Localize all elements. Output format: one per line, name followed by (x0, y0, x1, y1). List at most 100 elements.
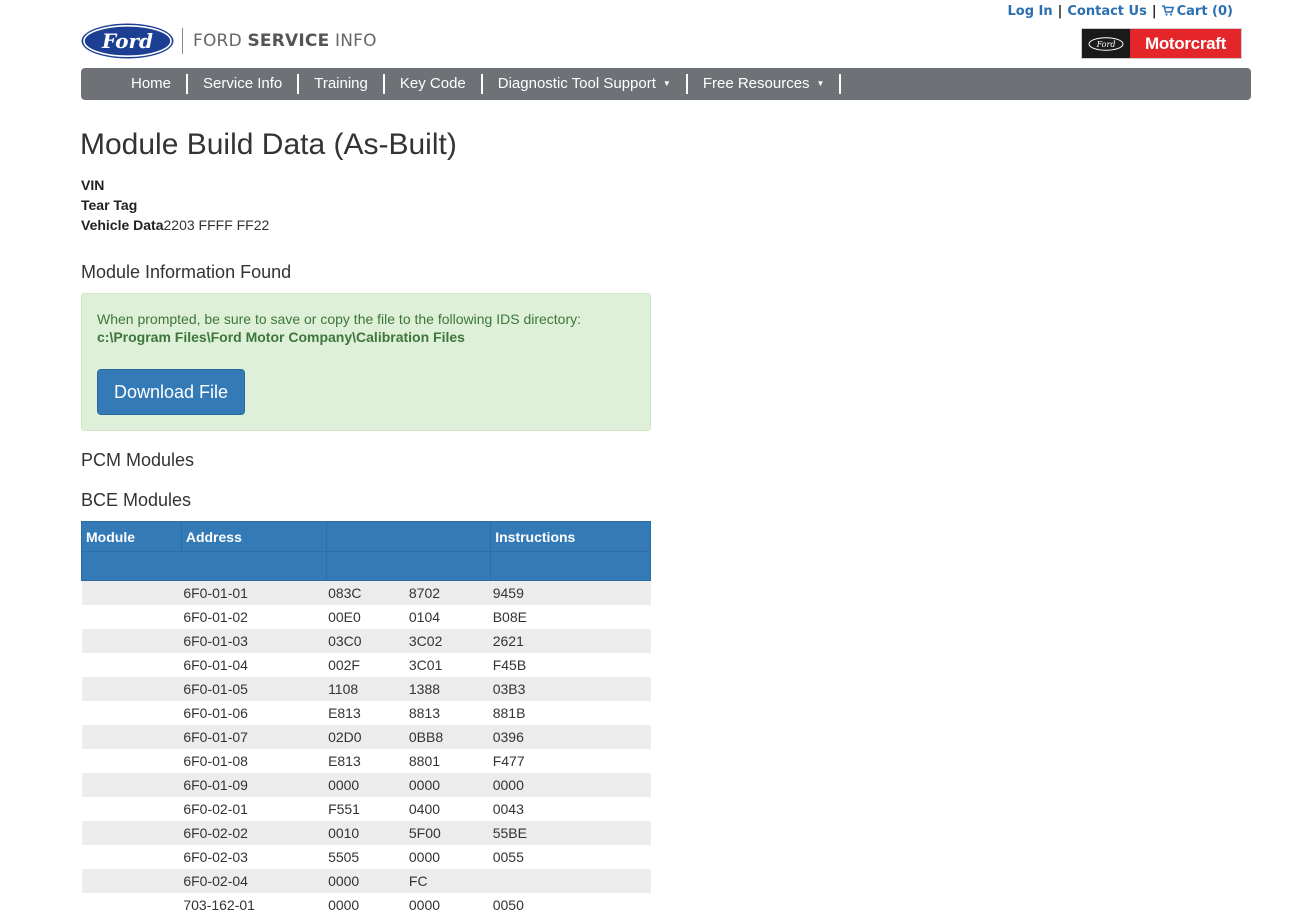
table-cell (82, 749, 182, 773)
nav-free-resources[interactable]: Free Resources ▼ (688, 74, 842, 94)
table-cell: 0043 (492, 801, 524, 817)
table-cell (81, 629, 182, 653)
table-cell: 0000 (490, 773, 651, 797)
bce-modules-heading: BCE Modules (81, 490, 192, 510)
table-cell: 6F0-01-06 (183, 705, 248, 721)
table-cell: 0000 (326, 869, 407, 893)
brand-light: FORD (193, 31, 248, 51)
ford-oval-logo: Ford (81, 23, 174, 59)
table-cell: E813 (328, 705, 361, 721)
vin-row: VIN (81, 175, 269, 195)
contact-us-link[interactable]: Contact Us (1067, 4, 1146, 19)
pcm-modules-heading: PCM Modules (81, 450, 195, 470)
table-cell: 6F0-01-03 (181, 629, 327, 653)
nav-training[interactable]: Training (299, 74, 385, 94)
tear-tag-label: Tear Tag (81, 197, 138, 213)
table-row: 6F0-02-04 0000 FC (81, 869, 651, 893)
table-cell: 3C01 (408, 657, 443, 673)
download-file-button[interactable]: Download File (97, 369, 245, 415)
table-cell: 03C0 (326, 629, 407, 653)
col-data (325, 521, 492, 552)
separator: | (1151, 4, 1157, 19)
table-cell: 0010 (326, 821, 407, 845)
subheader-cell (490, 551, 651, 581)
table-row: 6F0-01-04 002F 3C01 F45B (82, 653, 651, 677)
caret-down-icon: ▼ (662, 79, 671, 88)
table-cell: 6F0-01-04 (183, 657, 248, 673)
cart-label: Cart (0) (1176, 4, 1233, 19)
table-cell: 5F00 (406, 821, 491, 845)
vehicle-meta: VIN Tear Tag Vehicle Data2203 FFFF FF22 (81, 175, 269, 235)
table-cell: 6F0-01-07 (181, 725, 327, 749)
table-row: 6F0-01-05 1108 1388 03B3 (81, 677, 651, 701)
cart-link[interactable]: Cart (0) (1161, 4, 1233, 19)
table-cell: 0050 (492, 897, 524, 913)
table-cell: B08E (492, 609, 527, 625)
nav-service-info[interactable]: Service Info (188, 74, 300, 94)
table-cell (82, 653, 182, 677)
vehicle-data-row: Vehicle Data2203 FFFF FF22 (81, 215, 269, 235)
nav-label: Home (131, 75, 172, 92)
table-cell: 0000 (326, 773, 407, 797)
brand-tail: INFO (329, 31, 377, 51)
cart-icon (1161, 5, 1174, 16)
table-row: 6F0-02-02 0010 5F00 55BE (81, 821, 651, 845)
table-cell: 6F0-02-02 (181, 821, 327, 845)
table-cell (82, 701, 182, 725)
table-cell: 0000 (406, 773, 491, 797)
ford-mini-oval-icon: Ford (1088, 36, 1124, 51)
table-cell: 6F0-02-01 (183, 801, 248, 817)
table-cell: 6F0-02-04 (181, 869, 327, 893)
table-row: 6F0-01-06 E813 8813 881B (82, 701, 651, 725)
table-cell: 6F0-01-05 (181, 677, 327, 701)
table-cell: 3C02 (406, 629, 491, 653)
nav-label: Free Resources (702, 75, 810, 92)
col-address: Address (180, 521, 327, 552)
table-cell: 083C (326, 580, 407, 605)
table-row: 6F0-02-03 5505 0000 0055 (82, 845, 651, 869)
logo-divider (182, 28, 183, 54)
nav-home[interactable]: Home (115, 74, 189, 94)
table-cell: 0396 (490, 725, 651, 749)
col-instructions: Instructions (490, 521, 651, 552)
subheader-cell (325, 551, 492, 581)
ford-mini-logo: Ford (1082, 29, 1130, 58)
table-cell (81, 869, 182, 893)
table-cell: 2621 (490, 629, 651, 653)
table-row: 6F0-01-03 03C0 3C02 2621 (81, 629, 651, 653)
table-cell: 6F0-01-08 (183, 753, 248, 769)
table-cell: 1388 (406, 677, 491, 701)
table-cell (81, 821, 182, 845)
site-logo[interactable]: Ford FORD SERVICE INFO (81, 23, 377, 59)
table-cell (81, 580, 182, 605)
table-cell: 6F0-02-03 (183, 849, 248, 865)
svg-text:Ford: Ford (1096, 40, 1116, 49)
table-row: 6F0-01-09 0000 0000 0000 (81, 773, 651, 797)
nav-diagnostic-tool-support[interactable]: Diagnostic Tool Support ▼ (483, 74, 688, 94)
table-cell (81, 725, 182, 749)
ids-directory-path: c:\Program Files\Ford Motor Company\Cali… (97, 329, 465, 345)
table-cell: 5505 (328, 849, 360, 865)
login-link[interactable]: Log In (1007, 4, 1052, 19)
table-row: 6F0-01-01 083C 8702 9459 (81, 580, 651, 605)
table-cell: F551 (328, 801, 360, 817)
table-row: 6F0-01-07 02D0 0BB8 0396 (81, 725, 651, 749)
utility-links: Log In | Contact Us | Cart (0) (1007, 4, 1233, 19)
table-cell: 9459 (490, 580, 651, 605)
caret-down-icon: ▼ (816, 79, 825, 88)
alert-instruction: When prompted, be sure to save or copy t… (97, 311, 582, 327)
main-nav: Home Service Info Training Key Code Diag… (81, 68, 1251, 100)
table-cell (490, 869, 651, 893)
table-cell: 881B (492, 705, 526, 721)
table-cell: 8702 (406, 580, 491, 605)
table-cell: 0BB8 (406, 725, 491, 749)
page-title: Module Build Data (As-Built) (80, 128, 457, 161)
brand-bold: SERVICE (247, 31, 330, 51)
table-cell: E813 (328, 753, 361, 769)
table-cell: 6F0-01-02 (183, 609, 248, 625)
table-row: 6F0-01-02 00E0 0104 B08E (82, 605, 651, 629)
motorcraft-logo[interactable]: Ford Motorcraft (1081, 28, 1242, 59)
table-subheader-row (81, 551, 651, 581)
nav-key-code[interactable]: Key Code (385, 74, 483, 94)
table-cell: 002F (328, 657, 360, 673)
